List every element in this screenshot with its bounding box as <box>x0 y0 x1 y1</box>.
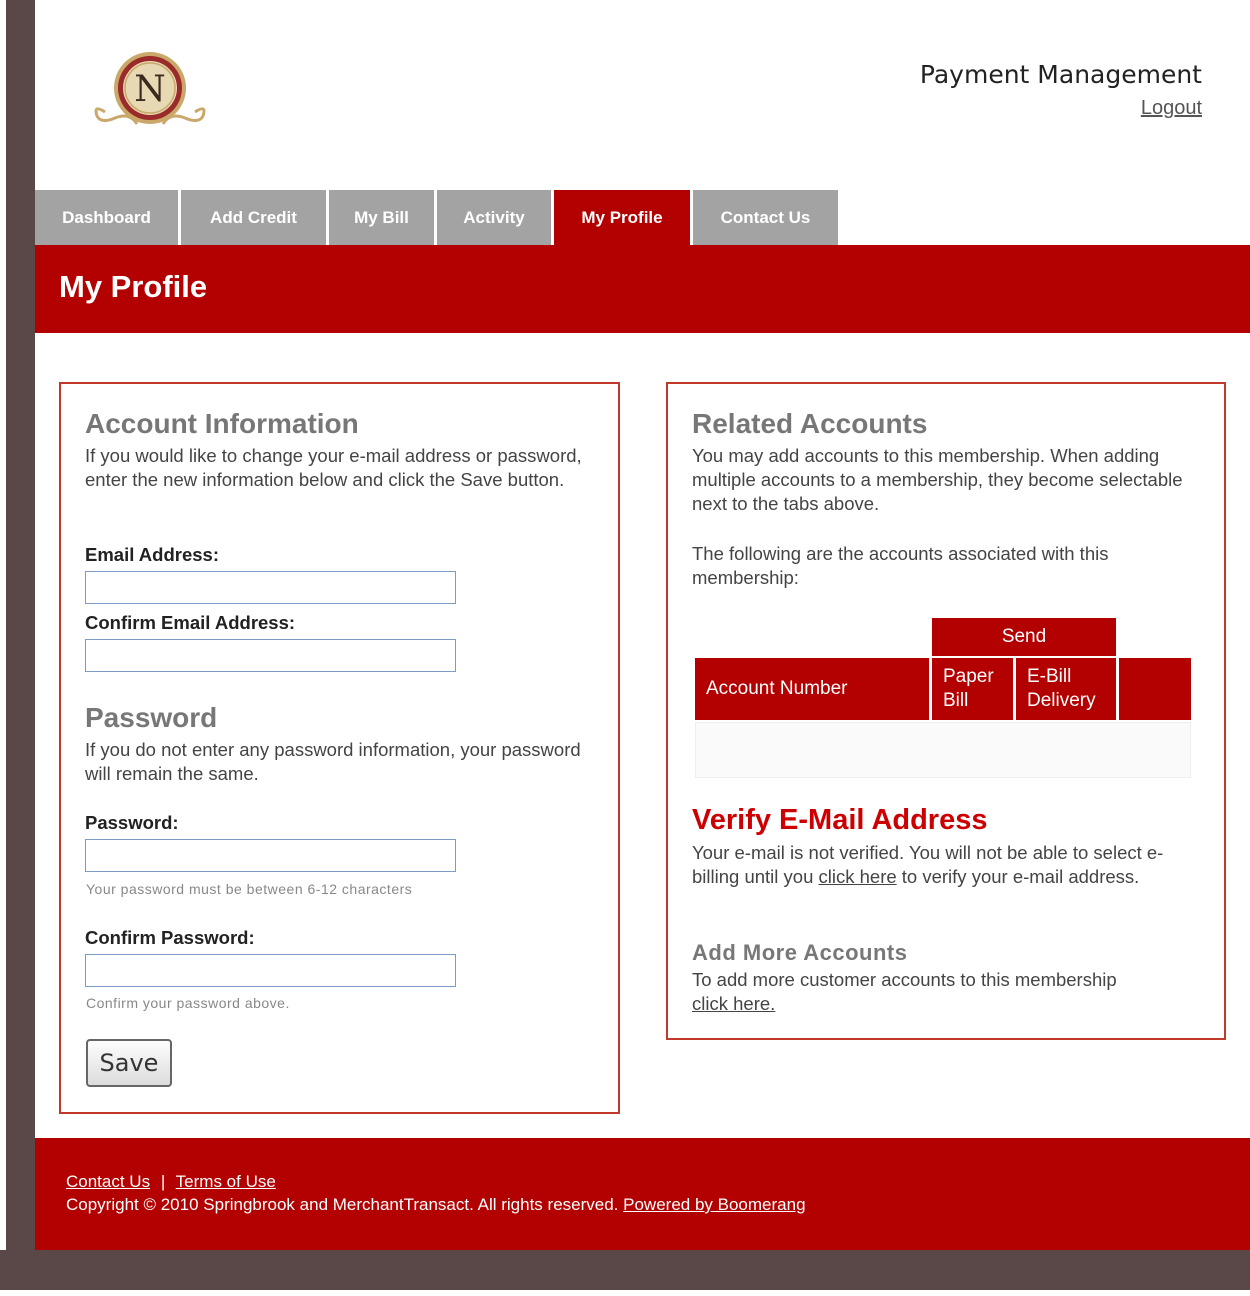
table-header-send: Send <box>932 618 1116 656</box>
confirm-email-input[interactable] <box>85 639 456 672</box>
account-information-intro: If you would like to change your e-mail … <box>85 445 582 490</box>
footer-terms-link[interactable]: Terms of Use <box>176 1172 276 1191</box>
table-header-empty <box>1119 658 1191 720</box>
password-heading: Password <box>85 702 218 733</box>
tab-dashboard[interactable]: Dashboard <box>35 190 178 245</box>
page-title-bar: My Profile <box>35 245 1250 333</box>
confirm-password-hint: Confirm your password above. <box>86 995 290 1011</box>
password-input[interactable] <box>85 839 456 872</box>
footer: Contact Us | Terms of Use Copyright © 20… <box>35 1138 1250 1250</box>
footer-contact-link[interactable]: Contact Us <box>66 1172 150 1191</box>
confirm-password-input[interactable] <box>85 954 456 987</box>
verify-email-heading: Verify E-Mail Address <box>692 804 988 836</box>
copyright-text: Copyright © 2010 Springbrook and Merchan… <box>66 1195 619 1214</box>
powered-by-link[interactable]: Powered by Boomerang <box>623 1195 805 1214</box>
footer-copyright: Copyright © 2010 Springbrook and Merchan… <box>66 1195 806 1215</box>
page-title: My Profile <box>59 269 208 304</box>
logout-link[interactable]: Logout <box>1141 97 1202 120</box>
company-logo: N <box>85 42 215 142</box>
verify-email-text: Your e-mail is not verified. You will no… <box>692 842 1164 887</box>
table-header-ebill-delivery: E-Bill Delivery <box>1016 658 1116 720</box>
related-accounts-panel: Related Accounts You may add accounts to… <box>666 382 1226 1040</box>
add-more-accounts-text: To add more customer accounts to this me… <box>692 969 1117 990</box>
account-information-panel: Account Information If you would like to… <box>59 382 620 1114</box>
related-accounts-following: The following are the accounts associate… <box>692 543 1109 588</box>
related-accounts-intro: You may add accounts to this membership.… <box>692 445 1183 514</box>
footer-links: Contact Us | Terms of Use <box>66 1172 276 1192</box>
email-input[interactable] <box>85 571 456 604</box>
page-frame-edge <box>0 0 6 1296</box>
main-nav-tabs: Dashboard Add Credit My Bill Activity My… <box>35 190 841 245</box>
password-hint: Your password must be between 6-12 chara… <box>86 881 413 897</box>
tab-contact-us[interactable]: Contact Us <box>693 190 838 245</box>
add-more-accounts-heading: Add More Accounts <box>692 940 908 965</box>
table-empty-row <box>695 722 1191 778</box>
verify-email-link[interactable]: click here <box>819 866 897 887</box>
table-header-paper-bill: Paper Bill <box>932 658 1013 720</box>
save-button[interactable]: Save <box>86 1039 172 1087</box>
password-label: Password: <box>85 812 179 833</box>
header-right: Payment Management Logout <box>920 60 1202 120</box>
email-label: Email Address: <box>85 544 219 565</box>
account-information-heading: Account Information <box>85 408 359 439</box>
confirm-password-label: Confirm Password: <box>85 927 255 948</box>
add-more-accounts-link[interactable]: click here. <box>692 992 1207 1016</box>
confirm-email-label: Confirm Email Address: <box>85 612 296 633</box>
tab-my-bill[interactable]: My Bill <box>329 190 434 245</box>
page-frame-bottom-edge <box>0 1290 1250 1296</box>
app-title: Payment Management <box>919 60 1202 89</box>
tab-my-profile[interactable]: My Profile <box>554 190 690 245</box>
password-intro: If you do not enter any password informa… <box>85 739 581 784</box>
table-header-account-number: Account Number <box>695 658 929 720</box>
tab-activity[interactable]: Activity <box>437 190 551 245</box>
svg-text:N: N <box>134 69 166 110</box>
footer-separator: | <box>160 1172 166 1191</box>
related-accounts-heading: Related Accounts <box>692 408 928 439</box>
tab-add-credit[interactable]: Add Credit <box>181 190 326 245</box>
